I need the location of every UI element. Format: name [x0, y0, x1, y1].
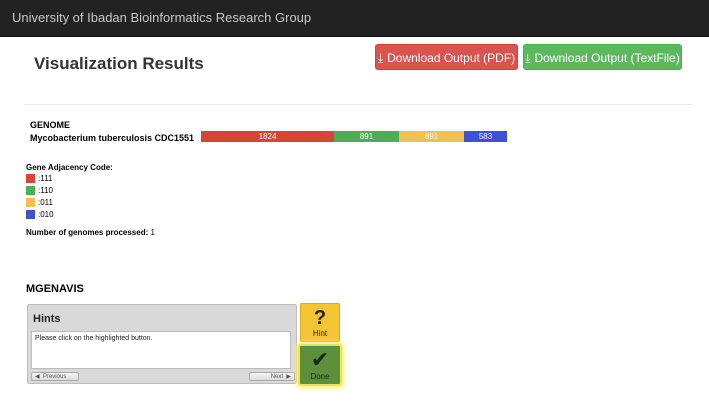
legend-swatch	[26, 186, 35, 196]
divider	[24, 104, 692, 105]
top-navbar: University of Ibadan Bioinformatics Rese…	[0, 0, 709, 37]
bar-segment-111: 1824	[201, 131, 334, 142]
genome-name: Mycobacterium tuberculosis CDC1551	[30, 133, 195, 143]
done-button-label: Done	[310, 372, 330, 381]
genome-column-header: GENOME	[30, 120, 71, 130]
legend-swatch	[26, 210, 35, 220]
download-icon: ⤓	[525, 51, 531, 65]
legend-label: :011	[38, 198, 53, 207]
question-icon: ?	[313, 307, 327, 329]
hint-button[interactable]: ? Hint	[300, 303, 340, 342]
legend-item-011: :011	[26, 198, 53, 208]
next-label: Next	[270, 374, 284, 380]
download-pdf-button[interactable]: ⤓ Download Output (PDF)	[375, 44, 518, 70]
chevron-right-icon: ▶	[286, 374, 291, 380]
legend-label: :110	[38, 186, 53, 195]
hints-title: Hints	[33, 313, 61, 325]
hint-message: Please click on the highlighted button.	[31, 331, 291, 369]
hint-button-label: Hint	[312, 329, 328, 338]
legend-swatch	[26, 174, 35, 184]
chevron-left-icon: ◀	[35, 374, 40, 380]
genomes-processed: Number of genomes processed: 1	[26, 228, 155, 237]
download-icon: ⤓	[377, 51, 384, 65]
genome-adjacency-bar: 1824 891 891 583	[201, 131, 507, 142]
next-button[interactable]: Next ▶	[249, 372, 295, 381]
legend-item-110: :110	[26, 186, 53, 196]
legend-item-010: :010	[26, 210, 54, 220]
download-textfile-label: Download Output (TextFile)	[534, 51, 680, 65]
legend-title: Gene Adjacency Code:	[26, 163, 113, 172]
page-title: Visualization Results	[34, 54, 204, 73]
done-button[interactable]: ✔ Done	[298, 344, 342, 386]
genomes-processed-label: Number of genomes processed:	[26, 228, 149, 237]
bar-segment-011: 891	[399, 131, 464, 142]
previous-button[interactable]: ◀ Previous	[31, 372, 79, 381]
genomes-processed-count: 1	[150, 228, 155, 237]
legend-label: :010	[38, 210, 54, 219]
bar-segment-110: 891	[334, 131, 399, 142]
hints-panel: Hints Please click on the highlighted bu…	[27, 304, 297, 384]
app-title[interactable]: University of Ibadan Bioinformatics Rese…	[12, 10, 311, 25]
legend-label: :111	[38, 174, 53, 183]
legend-swatch	[26, 198, 35, 208]
download-textfile-button[interactable]: ⤓ Download Output (TextFile)	[523, 44, 682, 70]
bar-segment-010: 583	[464, 131, 507, 142]
mgenavis-title: MGENAVIS	[26, 283, 84, 295]
checkmark-icon: ✔	[310, 347, 330, 372]
legend-item-111: :111	[26, 174, 52, 184]
download-pdf-label: Download Output (PDF)	[387, 51, 516, 65]
previous-label: Previous	[42, 374, 67, 380]
